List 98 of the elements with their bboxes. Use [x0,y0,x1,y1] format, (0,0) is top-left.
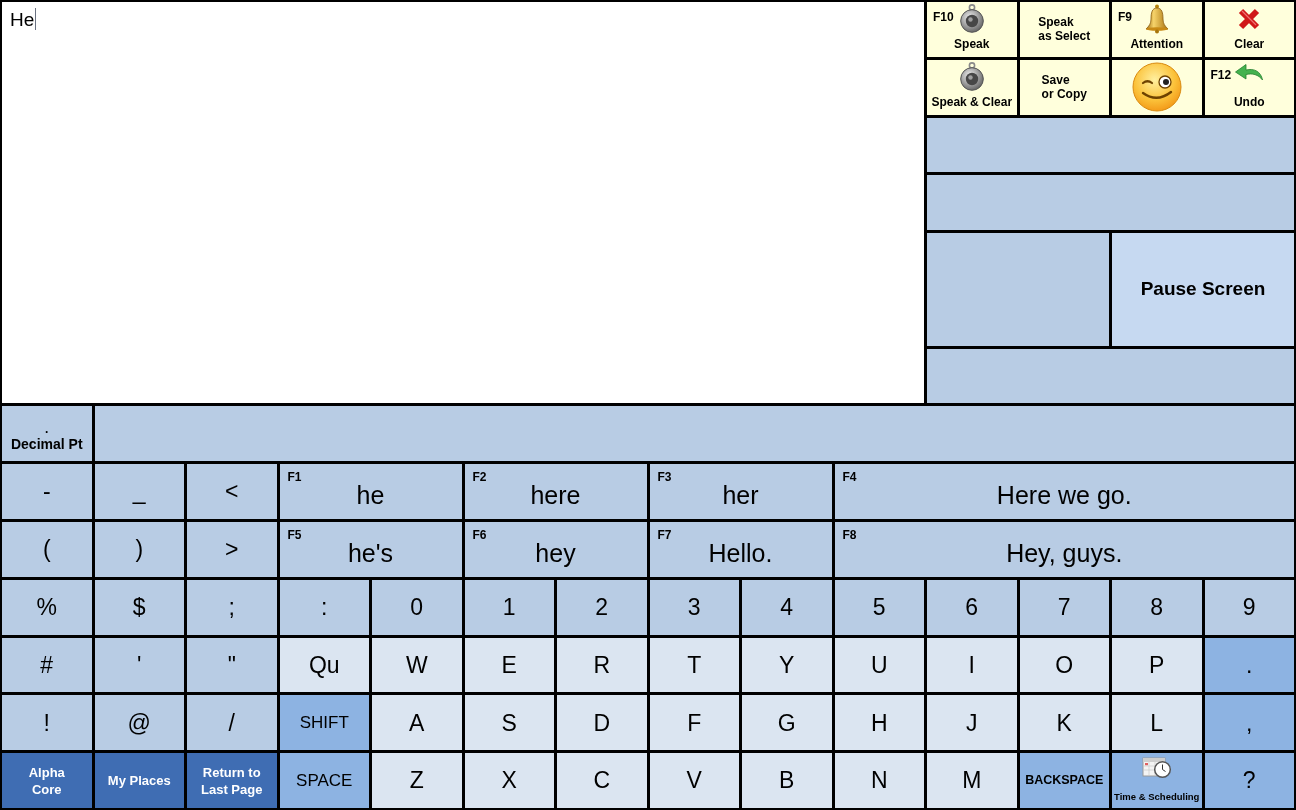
key[interactable]: 2 [557,579,647,635]
letter-key[interactable]: C [557,753,647,808]
speaker-icon [958,61,985,91]
navigation-button[interactable]: My Places [94,753,184,808]
key[interactable]: 9 [1204,579,1294,635]
letter-key[interactable]: G [742,695,832,751]
key[interactable]: 3 [649,579,739,635]
letter-key[interactable]: Y [742,637,832,693]
letter-key[interactable]: O [1019,637,1109,693]
hotkey-label: F9 [1118,10,1132,24]
message-field[interactable]: He [2,2,924,404]
key[interactable]: # [2,637,92,693]
undo-button[interactable]: F12 Undo [1204,59,1294,115]
letter-key[interactable]: J [927,695,1017,751]
key[interactable]: " [187,637,277,693]
key[interactable]: ; [187,579,277,635]
hotkey-label: F3 [657,470,672,485]
action-button[interactable]: Speak as Select [1019,2,1109,57]
word-prediction-key[interactable]: F4 Here we go. [834,464,1294,520]
word-prediction-key[interactable]: F8 Hey, guys. [834,522,1294,577]
key[interactable]: 8 [1112,579,1202,635]
hotkey-label: F2 [472,470,487,485]
navigation-button[interactable]: Return to Last Page [187,753,277,808]
action-key[interactable]: SHIFT [279,695,369,751]
word-prediction-key[interactable]: F5 he's [279,522,462,577]
action-key[interactable]: . [1204,637,1294,693]
key[interactable]: ! [2,695,92,751]
letter-key[interactable]: F [649,695,739,751]
key[interactable]: > [187,522,277,577]
hotkey-label: F10 [933,10,954,24]
key[interactable]: ' [94,637,184,693]
decimal-point-key[interactable]: . Decimal Pt [2,406,92,462]
action-button[interactable]: Save or Copy [1019,59,1109,115]
letter-key[interactable]: U [834,637,924,693]
speak-button[interactable]: Speak & Clear [927,59,1017,115]
attention-button[interactable]: F9 Attention [1112,2,1202,57]
letter-key[interactable]: N [834,753,924,808]
curved-arrow-icon [1234,61,1265,82]
emoji-button[interactable] [1112,59,1202,115]
letter-key[interactable]: V [649,753,739,808]
schedule-button[interactable]: Time & Scheduling [1112,753,1202,808]
letter-key[interactable]: X [464,753,554,808]
pause-button[interactable]: Pause Screen [1112,233,1294,346]
key[interactable]: / [187,695,277,751]
word-prediction-key[interactable]: F7 Hello. [649,522,832,577]
winking-face-icon [1131,62,1182,113]
action-key[interactable]: SPACE [279,753,369,808]
key[interactable]: - [2,464,92,520]
calendar-clock-icon [1141,755,1172,780]
hotkey-label: F8 [842,528,857,543]
action-key[interactable]: BACKSPACE [1019,753,1109,808]
letter-key[interactable]: Qu [279,637,369,693]
speaker-icon [958,4,985,33]
key[interactable]: < [187,464,277,520]
hotkey-label: F4 [842,470,857,485]
letter-key[interactable]: M [927,753,1017,808]
key[interactable]: ( [2,522,92,577]
letter-key[interactable]: S [464,695,554,751]
word-prediction-key[interactable]: F3 her [649,464,832,520]
letter-key[interactable]: W [372,637,462,693]
letter-key[interactable]: D [557,695,647,751]
letter-key[interactable]: P [1112,637,1202,693]
letter-key[interactable]: R [557,637,647,693]
hotkey-label: F1 [287,470,302,485]
key[interactable]: $ [94,579,184,635]
letter-key[interactable]: Z [372,753,462,808]
letter-key[interactable]: L [1112,695,1202,751]
key[interactable]: 1 [464,579,554,635]
key[interactable]: % [2,579,92,635]
key[interactable]: 5 [834,579,924,635]
speak-button[interactable]: F10 Speak [927,2,1017,57]
navigation-button[interactable]: Alpha Core [2,753,92,808]
clear-button[interactable]: Clear [1204,2,1294,57]
hotkey-label: F6 [472,528,487,543]
letter-key[interactable]: K [1019,695,1109,751]
action-key[interactable]: ? [1204,753,1294,808]
key[interactable]: ) [94,522,184,577]
key[interactable]: _ [94,464,184,520]
letter-key[interactable]: A [372,695,462,751]
word-prediction-key[interactable]: F1 he [279,464,462,520]
hotkey-label: F12 [1210,67,1232,82]
letter-key[interactable]: E [464,637,554,693]
text-cursor-icon [35,8,37,30]
letter-key[interactable]: H [834,695,924,751]
key[interactable]: : [279,579,369,635]
key[interactable]: 7 [1019,579,1109,635]
letter-key[interactable]: I [927,637,1017,693]
letter-key[interactable]: B [742,753,832,808]
hotkey-label: F7 [657,528,672,543]
key[interactable]: 6 [927,579,1017,635]
word-prediction-key[interactable]: F6 hey [464,522,647,577]
key[interactable]: 0 [372,579,462,635]
action-key[interactable]: , [1204,695,1294,751]
letter-key[interactable]: T [649,637,739,693]
hotkey-label: F5 [287,528,302,543]
key[interactable]: @ [94,695,184,751]
key[interactable]: 4 [742,579,832,635]
word-prediction-key[interactable]: F2 here [464,464,647,520]
